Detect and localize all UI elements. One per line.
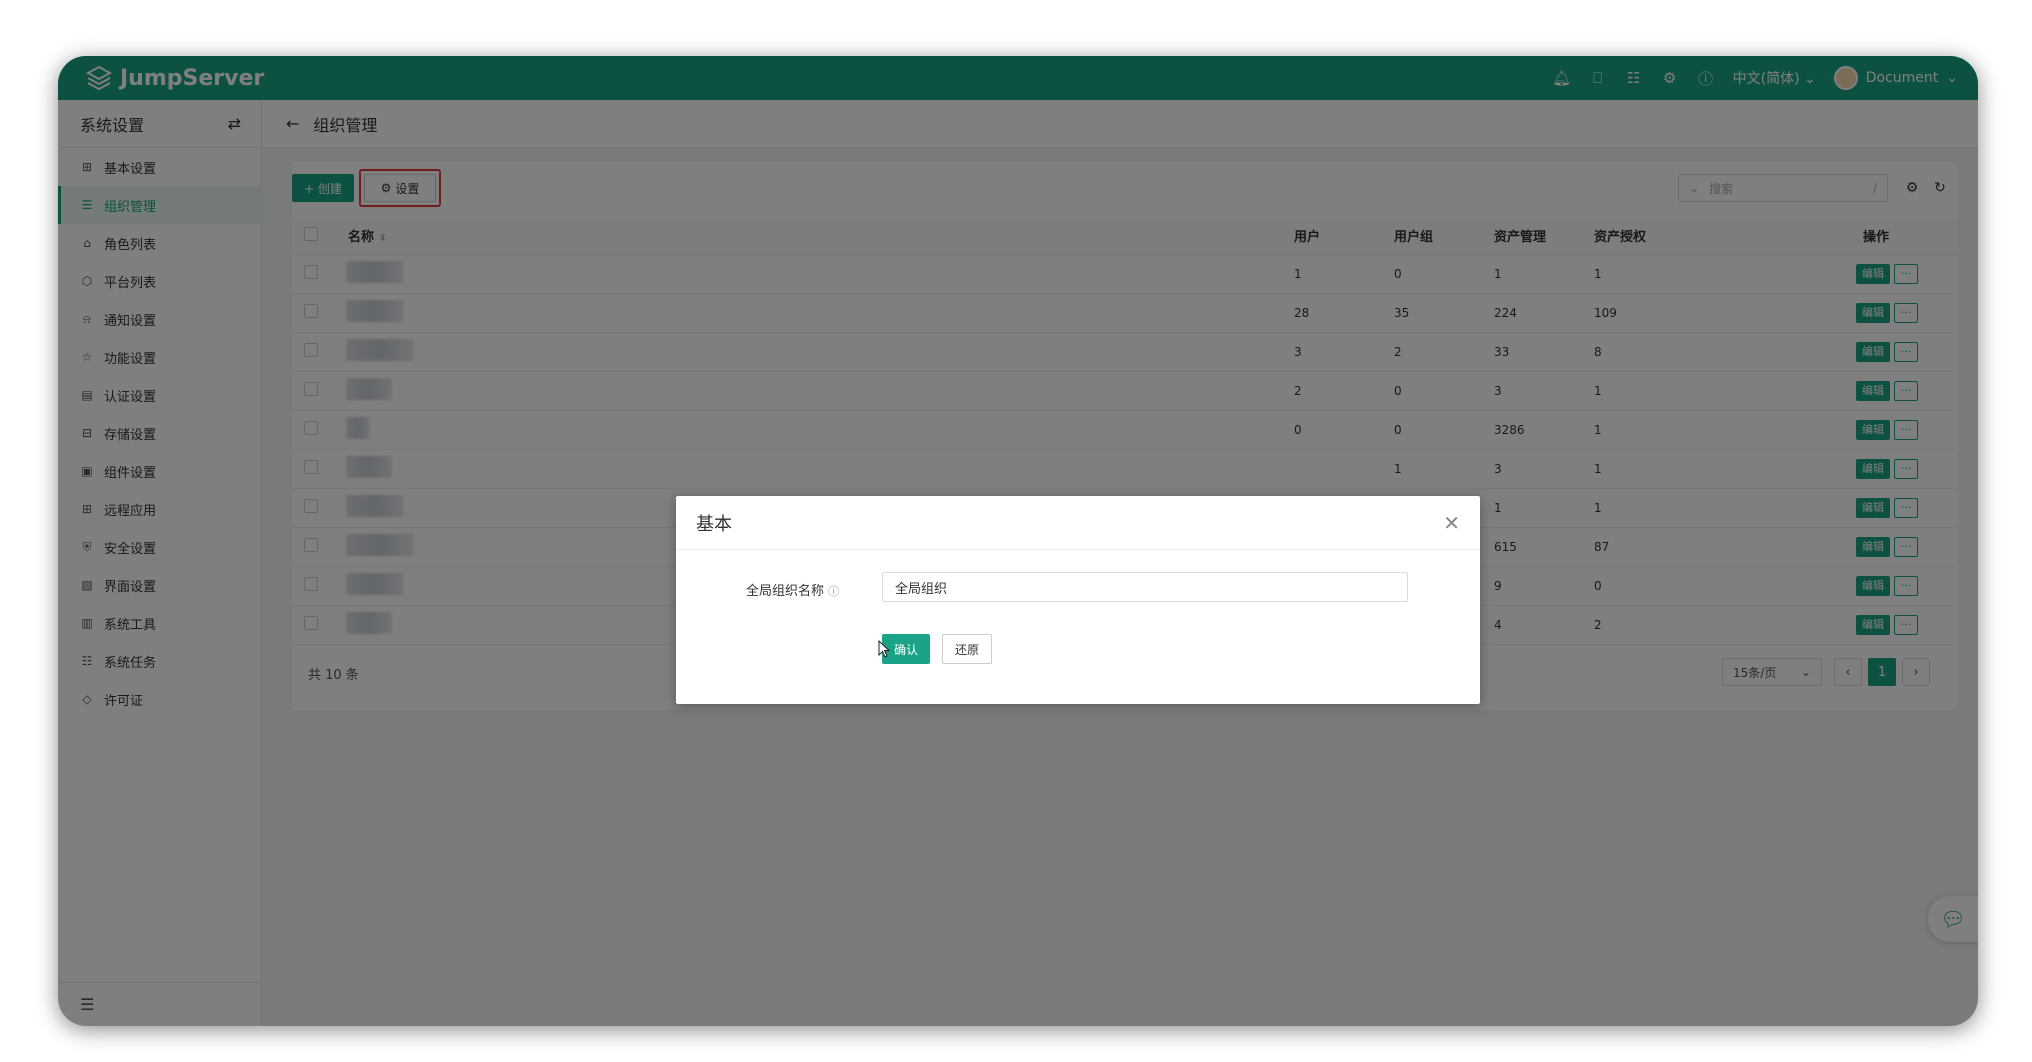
reset-button-label: 还原 [954,642,979,657]
reset-button[interactable]: 还原 [942,634,992,664]
help-icon[interactable]: ⓘ [828,585,839,598]
confirm-button-label: 确认 [893,642,918,657]
org-name-value: 全局组织 [895,581,948,597]
mouse-cursor-icon [878,640,890,658]
dialog-title: 基本 [696,513,732,535]
org-name-label-text: 全局组织名称 [746,584,825,599]
close-icon[interactable]: ✕ [1443,511,1460,535]
basic-settings-dialog: 基本 ✕ 全局组织名称 ⓘ 全局组织 确认 还原 [676,496,1480,704]
form-row-org-name: 全局组织名称 ⓘ 全局组织 [676,572,1480,604]
dialog-actions: 确认 还原 [882,634,992,664]
org-name-label: 全局组织名称 ⓘ [746,580,839,599]
org-name-input[interactable]: 全局组织 [882,572,1408,602]
app-window: JumpServer 🔔︎ ⎕ ☷ ⚙ ⓘ 中文(简体) ⌄ Document … [58,56,1978,1026]
dialog-header: 基本 ✕ [676,496,1480,550]
